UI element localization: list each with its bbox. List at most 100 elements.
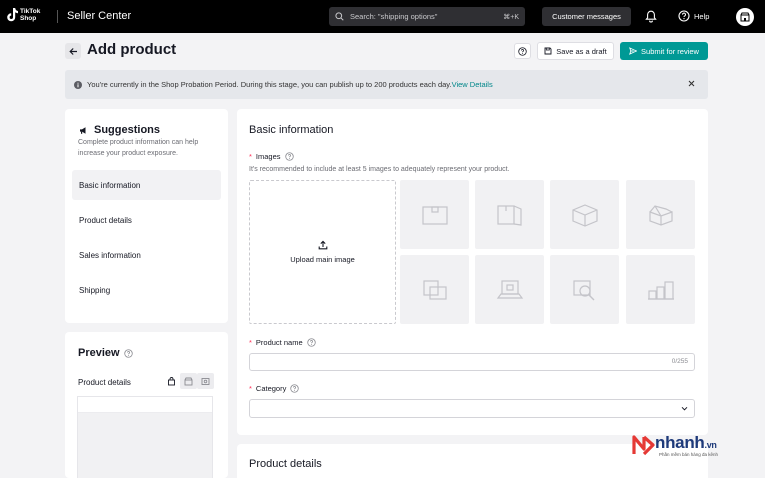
close-icon[interactable]	[687, 79, 696, 88]
question-icon[interactable]	[123, 348, 133, 358]
question-icon[interactable]	[290, 384, 300, 393]
suggestions-card: Suggestions Complete product information…	[65, 109, 228, 323]
tiktok-shop-logo[interactable]: TikTok Shop	[6, 7, 40, 23]
size-comparison-icon	[647, 280, 674, 300]
banner-text: You're currently in the Shop Probation P…	[87, 80, 452, 89]
save-draft-label: Save as a draft	[556, 46, 607, 56]
suggestions-description: Complete product information can help in…	[78, 139, 199, 157]
preview-product-details-label: Product details	[78, 378, 131, 387]
search-card-icon	[201, 377, 210, 385]
nhanh-watermark-logo: nhanh.vn Phần mềm bán hàng đa kênh	[631, 430, 761, 464]
box-side-icon	[496, 204, 522, 226]
preview-search-mode[interactable]	[197, 373, 214, 389]
preview-card: Preview Product details	[65, 332, 228, 478]
chevron-down-icon	[681, 406, 688, 411]
category-label-text: Category	[255, 384, 287, 393]
view-details-link[interactable]: View Details	[452, 80, 493, 89]
upload-main-image-label: Upload main image	[290, 255, 355, 264]
bell-icon[interactable]	[645, 10, 657, 23]
topbar-divider	[57, 10, 58, 23]
customer-messages-button[interactable]: Customer messages	[542, 7, 631, 26]
store-front-icon	[184, 377, 193, 385]
save-draft-button[interactable]: Save as a draft	[537, 42, 614, 60]
tiktok-note-icon	[7, 8, 18, 22]
search-shortcut: ⌘+K	[503, 13, 519, 21]
upload-icon	[318, 240, 327, 250]
help-icon	[678, 10, 690, 22]
submit-review-button[interactable]: Submit for review	[620, 42, 708, 60]
logo-text-line2: Shop	[20, 15, 37, 22]
product-name-label: * Product name	[249, 338, 316, 347]
preview-title: Preview	[78, 347, 120, 359]
image-slot-8[interactable]	[626, 255, 695, 324]
product-name-input[interactable]: 0/255	[249, 353, 695, 371]
basic-information-title: Basic information	[249, 124, 334, 136]
upload-main-image-dropzone[interactable]: Upload main image	[249, 180, 396, 324]
image-slot-2[interactable]	[475, 180, 544, 249]
store-avatar[interactable]	[736, 8, 754, 26]
image-slot-5[interactable]	[400, 255, 469, 324]
detail-zoom-icon	[572, 279, 594, 300]
preview-shop-mode[interactable]	[163, 373, 180, 389]
top-bar: TikTok Shop Seller Center Search: "shipp…	[0, 0, 765, 33]
product-in-use-icon	[422, 279, 447, 300]
nhanh-wordmark: nhanh.vn	[655, 433, 717, 453]
product-name-label-text: Product name	[255, 338, 303, 347]
nav-item-sales-information[interactable]: Sales information	[72, 240, 221, 270]
submit-review-label: Submit for review	[641, 46, 699, 56]
search-placeholder: Search: "shipping options"	[350, 12, 438, 21]
box-open-icon	[648, 204, 673, 226]
nav-item-shipping[interactable]: Shipping	[72, 275, 221, 305]
nav-item-product-details[interactable]: Product details	[72, 205, 221, 235]
search-icon	[335, 12, 344, 21]
app-title: Seller Center	[67, 10, 132, 22]
preview-mobile-mode[interactable]	[180, 373, 197, 389]
nhanh-logo-icon	[632, 435, 655, 456]
nhanh-brand: nhanh	[655, 433, 705, 452]
arrow-left-icon	[68, 47, 77, 55]
question-button[interactable]	[514, 43, 531, 59]
logo-text: TikTok Shop	[20, 8, 40, 22]
question-icon[interactable]	[284, 152, 294, 161]
basic-information-card: Basic information * Images It's recommen…	[237, 109, 708, 435]
image-slot-1[interactable]	[400, 180, 469, 249]
image-slot-7[interactable]	[550, 255, 619, 324]
suggestions-title: Suggestions	[94, 124, 161, 136]
save-icon	[544, 47, 552, 55]
category-select[interactable]	[249, 399, 695, 418]
help-label: Help	[694, 11, 710, 21]
image-slot-4[interactable]	[626, 180, 695, 249]
required-marker: *	[249, 152, 252, 161]
preview-phone-header	[78, 397, 212, 413]
back-button[interactable]	[65, 43, 81, 59]
info-icon	[74, 80, 82, 89]
send-icon	[629, 47, 638, 55]
probation-banner: You're currently in the Shop Probation P…	[65, 70, 708, 99]
box-angled-icon	[571, 203, 598, 227]
nhanh-suffix: .vn	[704, 440, 717, 450]
product-name-counter: 0/255	[671, 358, 688, 365]
preview-mode-switcher	[163, 373, 214, 389]
required-marker: *	[249, 338, 252, 347]
search-input[interactable]: Search: "shipping options" ⌘+K	[329, 7, 525, 26]
image-slot-6[interactable]	[475, 255, 544, 324]
question-icon	[518, 46, 527, 56]
suggestions-heading: Suggestions	[79, 124, 160, 136]
image-slot-3[interactable]	[550, 180, 619, 249]
preview-phone-frame	[77, 396, 213, 478]
nhanh-tagline: Phần mềm bán hàng đa kênh	[659, 452, 719, 457]
nav-item-basic-information[interactable]: Basic information	[72, 170, 221, 200]
megaphone-icon	[80, 126, 86, 134]
preview-heading: Preview	[78, 347, 133, 359]
images-hint: It's recommended to include at least 5 i…	[249, 166, 510, 173]
page-title: Add product	[87, 41, 177, 58]
help-button[interactable]: Help	[678, 10, 709, 22]
required-marker: *	[249, 384, 252, 393]
question-icon[interactable]	[306, 338, 316, 347]
images-label-text: Images	[255, 152, 281, 161]
category-label: * Category	[249, 384, 300, 393]
laptop-box-icon	[496, 279, 523, 299]
product-details-title: Product details	[249, 458, 322, 470]
box-front-icon	[421, 205, 448, 225]
store-icon	[740, 12, 750, 22]
